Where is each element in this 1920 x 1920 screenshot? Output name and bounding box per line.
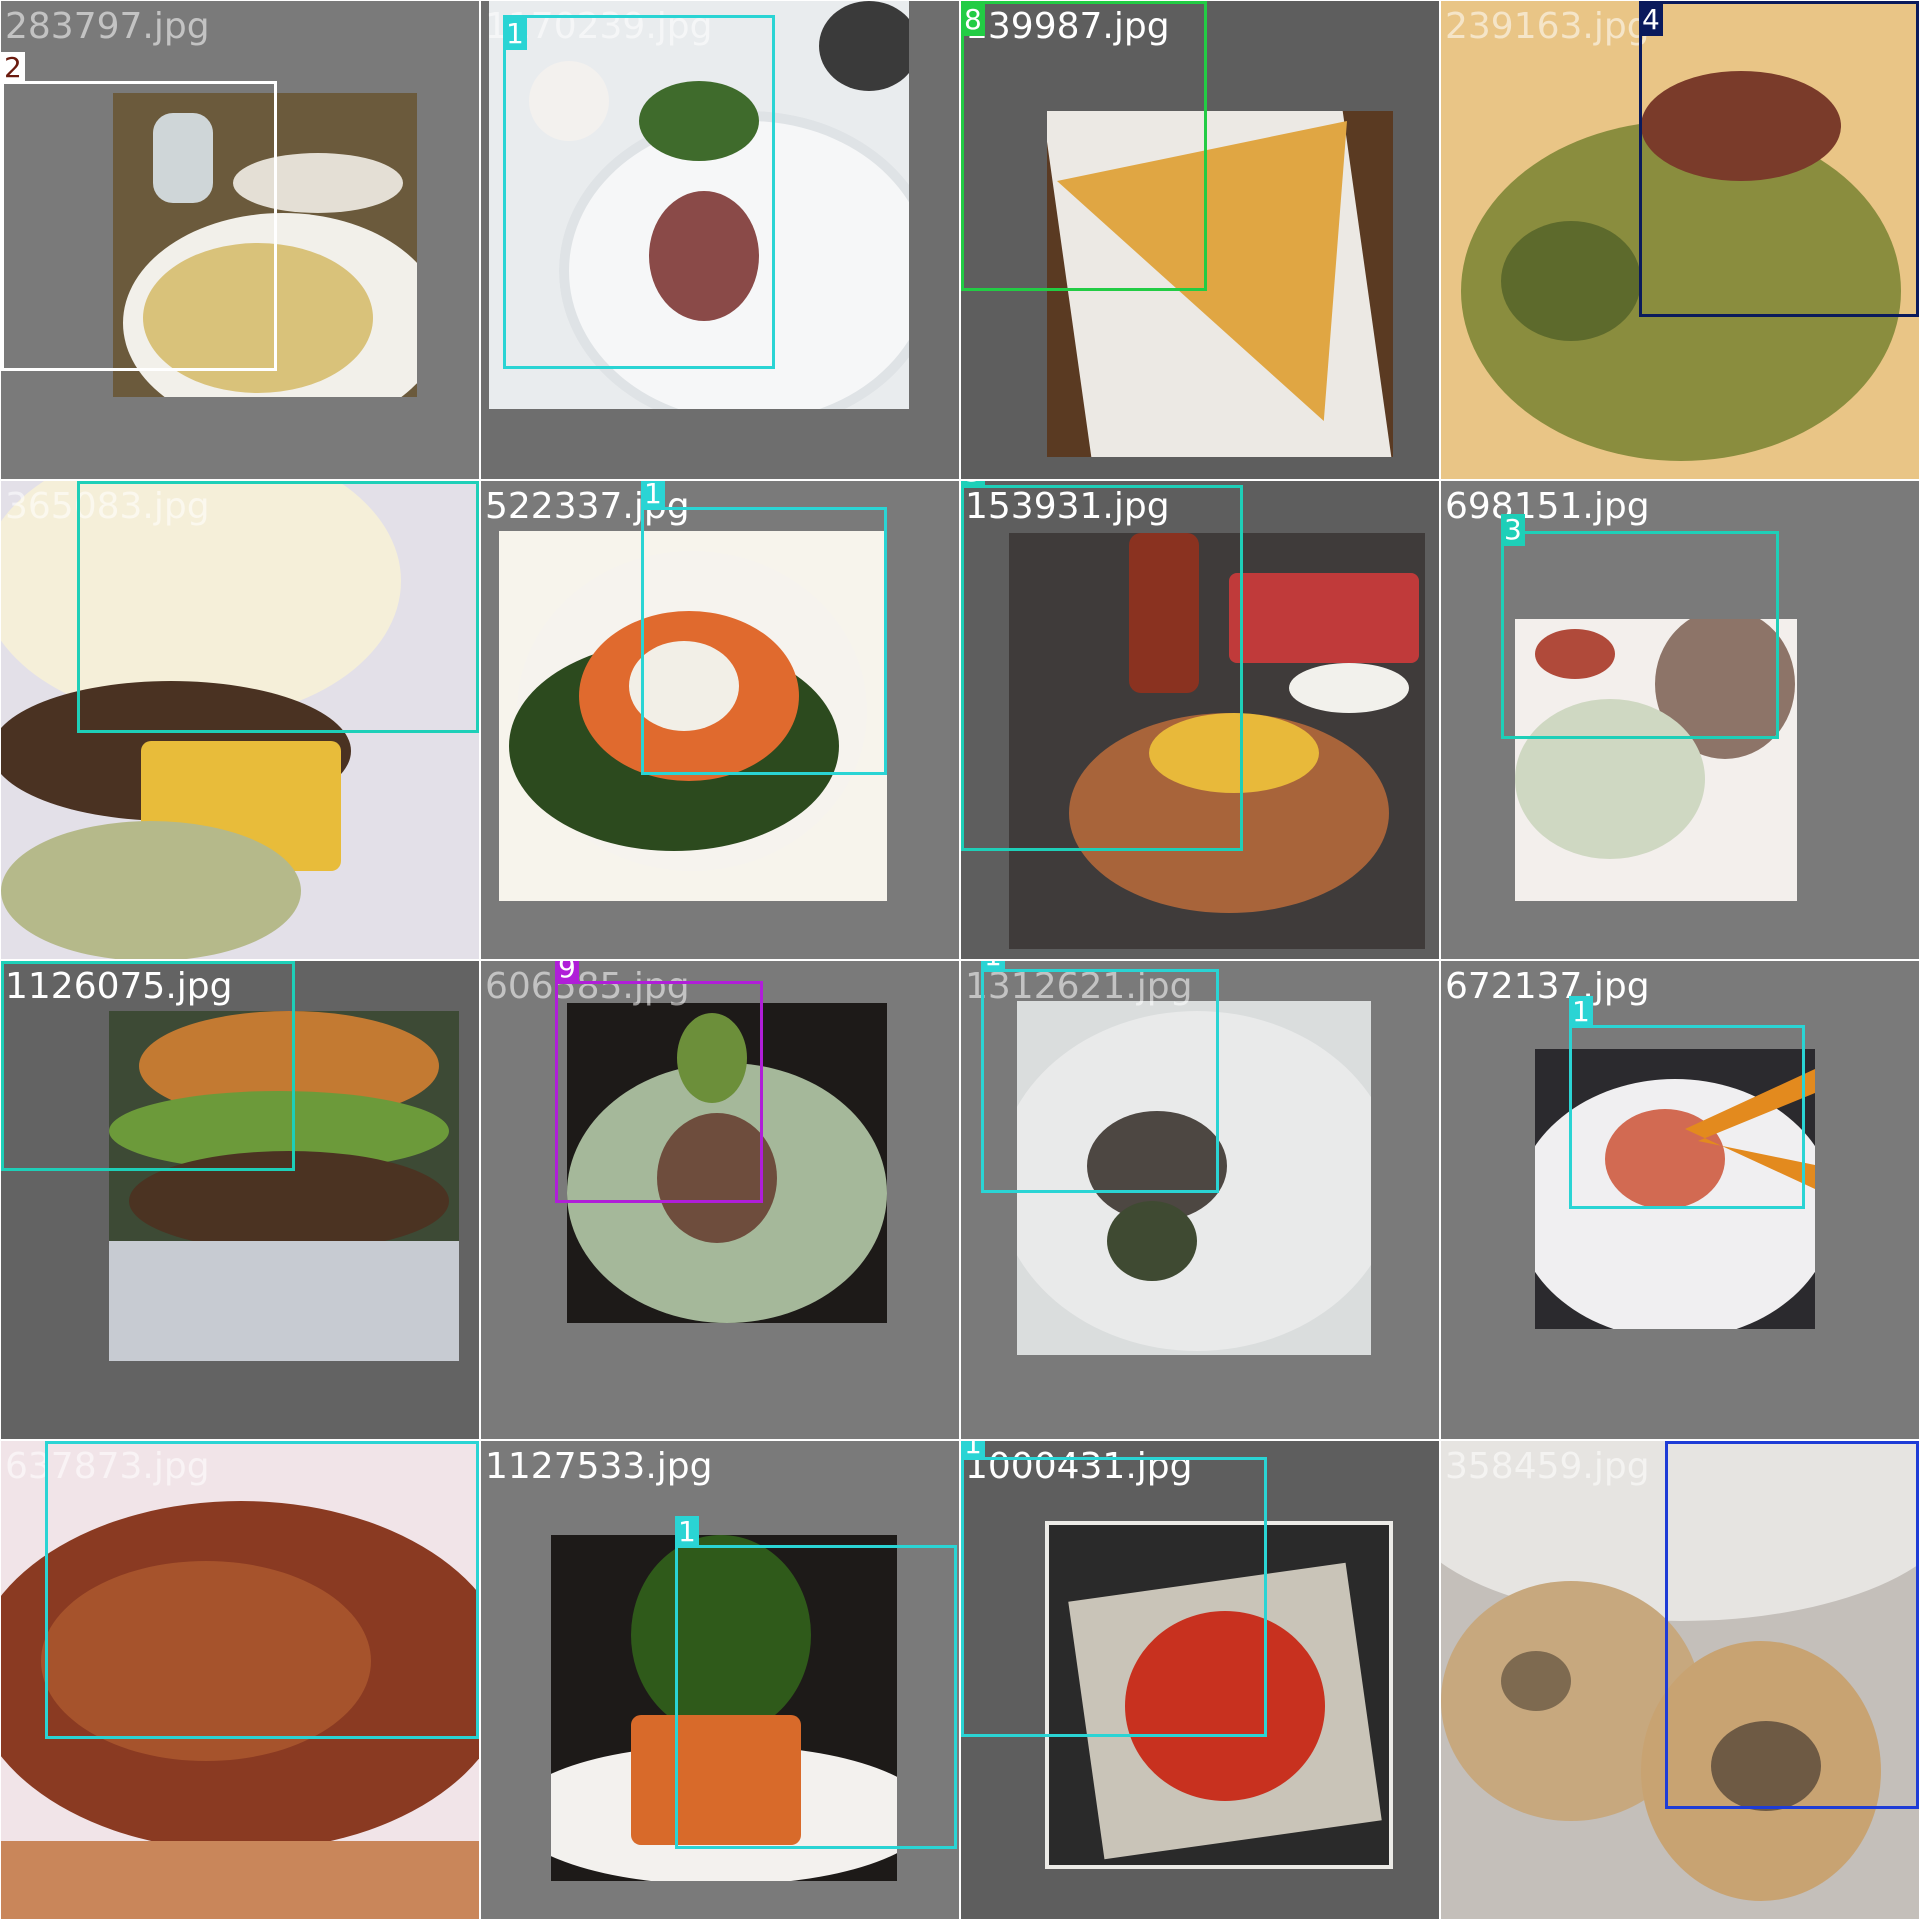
file-name: 358459.jpg: [1445, 1446, 1650, 1487]
file-name: 239163.jpg: [1445, 6, 1650, 47]
tile-1127533[interactable]: 1127533.jpg 1: [481, 1441, 959, 1919]
class-label: 4: [1639, 4, 1663, 36]
detection-box: 1: [981, 961, 1219, 1193]
detection-box: 1: [961, 1441, 1267, 1737]
file-name: 283797.jpg: [5, 6, 210, 47]
detection-box: 1: [675, 1516, 957, 1849]
detection-box: 0: [1665, 1441, 1919, 1809]
class-label: 1: [981, 961, 1005, 972]
file-name: 698151.jpg: [1445, 486, 1650, 527]
detection-box: 3: [1501, 514, 1779, 739]
class-label: 3: [1, 961, 25, 964]
detection-box: 4: [1639, 1, 1919, 317]
class-label: 2: [1, 52, 25, 84]
tile-606585[interactable]: 606585.jpg 9: [481, 961, 959, 1439]
tile-283797[interactable]: 283797.jpg 2: [1, 1, 479, 479]
class-label: 9: [555, 961, 579, 984]
tile-139987[interactable]: 139987.jpg 8: [961, 1, 1439, 479]
class-label: 8: [961, 4, 985, 36]
detection-box: 3: [77, 481, 479, 733]
detection-box: 8: [961, 1, 1207, 291]
class-label: 1: [503, 18, 527, 50]
tile-1000431[interactable]: 1000431.jpg 1: [961, 1441, 1439, 1919]
class-label: 1: [641, 481, 665, 510]
tile-365083[interactable]: 365083.jpg 3: [1, 481, 479, 959]
mosaic-grid: 283797.jpg 2 1170239.jpg 1 139987.jpg 8: [0, 0, 1920, 1920]
class-label: 1: [45, 1441, 69, 1444]
class-label: 3: [77, 481, 101, 484]
detection-box: 3: [961, 481, 1243, 851]
tile-153931[interactable]: 153931.jpg 3: [961, 481, 1439, 959]
tile-1312621[interactable]: 1312621.jpg 1: [961, 961, 1439, 1439]
class-label: 1: [961, 1441, 985, 1460]
class-label: 3: [961, 481, 985, 488]
tile-358459[interactable]: 358459.jpg 0: [1441, 1441, 1919, 1919]
class-label: 1: [1569, 996, 1593, 1028]
file-name: 1127533.jpg: [485, 1446, 713, 1487]
tile-1170239[interactable]: 1170239.jpg 1: [481, 1, 959, 479]
tile-672137[interactable]: 672137.jpg 1: [1441, 961, 1919, 1439]
tile-522337[interactable]: 522337.jpg 1: [481, 481, 959, 959]
tile-1126075[interactable]: 1126075.jpg 3: [1, 961, 479, 1439]
detection-box: 2: [1, 52, 277, 371]
class-label: 3: [1501, 514, 1525, 546]
class-label: 0: [1665, 1441, 1689, 1444]
detection-box: 9: [555, 961, 763, 1203]
tile-637873[interactable]: 637873.jpg 1: [1, 1441, 479, 1919]
detection-box: 1: [503, 15, 775, 369]
tile-239163[interactable]: 239163.jpg 4: [1441, 1, 1919, 479]
detection-box: 1: [45, 1441, 479, 1739]
detection-box: 3: [1, 961, 295, 1171]
detection-box: 1: [641, 481, 887, 775]
tile-698151[interactable]: 698151.jpg 3: [1441, 481, 1919, 959]
detection-box: 1: [1569, 996, 1805, 1209]
file-name: 672137.jpg: [1445, 966, 1650, 1007]
class-label: 1: [675, 1516, 699, 1548]
